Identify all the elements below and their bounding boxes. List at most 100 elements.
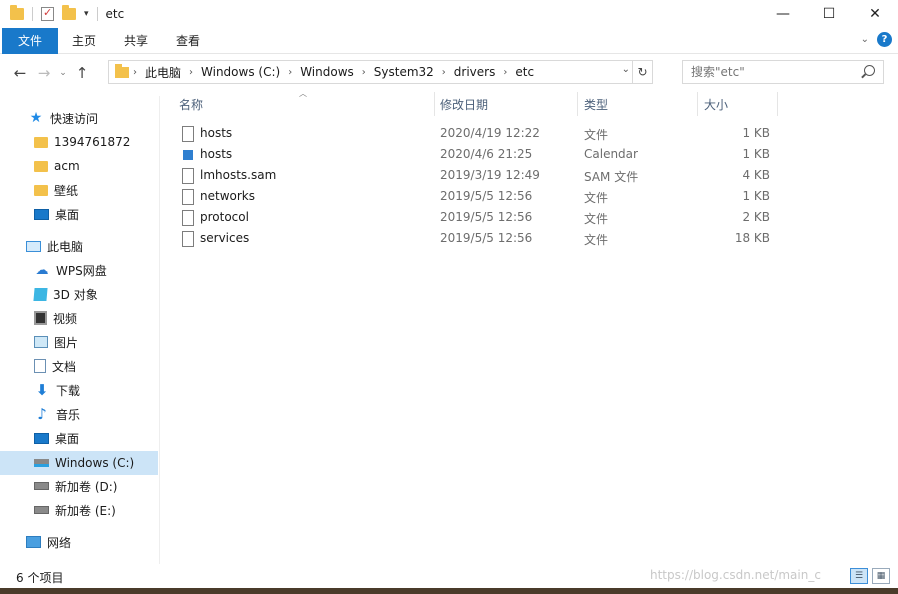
help-icon[interactable]: ? — [877, 32, 892, 47]
music-icon: ♪ — [37, 405, 47, 423]
sidebar-item-label: 1394761872 — [54, 135, 131, 149]
address-bar[interactable]: › 此电脑 › Windows (C:) › Windows › System3… — [108, 60, 653, 84]
column-divider[interactable] — [434, 92, 435, 116]
large-icons-view-icon[interactable]: ▦ — [872, 568, 890, 584]
file-size: 1 KB — [742, 189, 770, 203]
folder-icon[interactable] — [10, 5, 24, 20]
sidebar-item-quick-access[interactable]: ★ 快速访问 — [0, 106, 158, 130]
star-icon: ★ — [29, 110, 43, 126]
file-row[interactable]: services 2019/5/5 12:56 文件 18 KB — [170, 229, 790, 250]
drive-icon — [34, 482, 49, 490]
column-divider[interactable] — [777, 92, 778, 116]
recent-locations-icon[interactable]: ⌄ — [56, 68, 70, 78]
tab-view[interactable]: 查看 — [162, 28, 214, 54]
up-arrow-icon[interactable]: ↑ — [70, 64, 94, 82]
download-icon: ⬇ — [35, 381, 49, 399]
file-name: services — [200, 231, 250, 245]
sidebar-item-acm[interactable]: acm — [0, 154, 158, 178]
file-row[interactable]: networks 2019/5/5 12:56 文件 1 KB — [170, 187, 790, 208]
sidebar-item-wps-drive[interactable]: ☁ WPS网盘 — [0, 258, 158, 282]
sidebar-item-label: 新加卷 (E:) — [55, 503, 116, 518]
chevron-right-icon[interactable]: › — [438, 67, 450, 78]
file-row[interactable]: lmhosts.sam 2019/3/19 12:49 SAM 文件 4 KB — [170, 166, 790, 187]
close-button[interactable]: ✕ — [852, 0, 898, 28]
sidebar-item-label: 此电脑 — [47, 239, 84, 254]
sidebar-item-desktop[interactable]: 桌面 — [0, 426, 158, 450]
sidebar-item-videos[interactable]: 视频 — [0, 306, 158, 330]
file-row[interactable]: hosts 2020/4/19 12:22 文件 1 KB — [170, 124, 790, 145]
breadcrumb-drivers[interactable]: drivers — [450, 65, 500, 79]
sidebar-item-documents[interactable]: 文档 — [0, 354, 158, 378]
sidebar-item-network[interactable]: 网络 — [0, 530, 158, 554]
chevron-right-icon[interactable]: › — [185, 67, 197, 78]
search-box[interactable] — [682, 60, 884, 84]
sidebar-item-pictures[interactable]: 图片 — [0, 330, 158, 354]
breadcrumb-windows[interactable]: Windows — [296, 65, 358, 79]
tab-file[interactable]: 文件 — [2, 27, 59, 54]
column-divider[interactable] — [697, 92, 698, 116]
file-row[interactable]: protocol 2019/5/5 12:56 文件 2 KB — [170, 208, 790, 229]
file-size: 4 KB — [742, 168, 770, 182]
column-header-name[interactable]: 名称 — [179, 92, 434, 116]
sidebar-item-drive-c[interactable]: Windows (C:) — [0, 451, 158, 475]
sidebar-item-music[interactable]: ♪ 音乐 — [0, 402, 158, 426]
sidebar-item-downloads[interactable]: ⬇ 下载 — [0, 378, 158, 402]
breadcrumb-drive-c[interactable]: Windows (C:) — [197, 65, 284, 79]
forward-arrow-icon[interactable]: → — [32, 64, 56, 82]
sidebar-item-label: acm — [54, 159, 80, 173]
chevron-right-icon[interactable]: › — [358, 67, 370, 78]
sidebar-item-this-pc[interactable]: 此电脑 — [0, 234, 158, 258]
breadcrumb-etc[interactable]: etc — [511, 65, 538, 79]
properties-icon[interactable] — [41, 6, 54, 21]
file-name: protocol — [200, 210, 249, 224]
folder-icon — [115, 63, 129, 78]
breadcrumb-this-pc[interactable]: 此电脑 — [141, 64, 185, 81]
file-type: 文件 — [584, 233, 609, 247]
file-type: Calendar — [584, 147, 638, 161]
sidebar-item-folder-1394761872[interactable]: 1394761872 — [0, 130, 158, 154]
expand-ribbon-icon[interactable]: ⌄ — [861, 34, 869, 45]
sidebar-item-label: 网络 — [47, 535, 72, 550]
file-date: 2019/3/19 12:49 — [440, 168, 540, 182]
new-folder-icon[interactable] — [62, 5, 76, 20]
breadcrumb-system32[interactable]: System32 — [370, 65, 438, 79]
file-date: 2019/5/5 12:56 — [440, 231, 533, 245]
file-icon — [182, 168, 194, 184]
chevron-right-icon[interactable]: › — [284, 67, 296, 78]
chevron-right-icon[interactable]: › — [499, 67, 511, 78]
sidebar-item-wallpaper[interactable]: 壁纸 — [0, 178, 158, 202]
drive-c-icon — [34, 459, 49, 467]
minimize-button[interactable]: — — [760, 0, 806, 28]
address-dropdown-icon[interactable]: ⌄ — [622, 64, 630, 75]
customize-dropdown-icon[interactable]: ▾ — [84, 9, 89, 19]
column-header-date[interactable]: 修改日期 — [440, 92, 575, 116]
details-view-icon[interactable]: ☰ — [850, 568, 868, 584]
sidebar-item-label: 文档 — [52, 359, 77, 374]
search-icon[interactable] — [864, 65, 875, 76]
file-icon — [182, 126, 194, 142]
sidebar-item-drive-e[interactable]: 新加卷 (E:) — [0, 498, 158, 522]
file-type: 文件 — [584, 191, 609, 205]
sidebar-item-label: 新加卷 (D:) — [55, 479, 118, 494]
folder-icon — [34, 184, 48, 196]
maximize-button[interactable]: ☐ — [806, 0, 852, 28]
file-type: 文件 — [584, 128, 609, 142]
tab-share[interactable]: 共享 — [110, 28, 162, 54]
sidebar-item-desktop-quick[interactable]: 桌面 — [0, 202, 158, 226]
sidebar-item-drive-d[interactable]: 新加卷 (D:) — [0, 474, 158, 498]
column-divider[interactable] — [577, 92, 578, 116]
file-size: 1 KB — [742, 126, 770, 140]
column-header-size[interactable]: 大小 — [704, 92, 776, 116]
calendar-file-icon — [183, 150, 193, 160]
tab-home[interactable]: 主页 — [58, 28, 110, 54]
sidebar-item-3d-objects[interactable]: 3D 对象 — [0, 282, 158, 306]
refresh-icon[interactable]: ↻ — [632, 61, 652, 83]
file-type: SAM 文件 — [584, 170, 639, 184]
window-controls: — ☐ ✕ — [760, 0, 898, 28]
search-input[interactable] — [691, 65, 861, 79]
chevron-right-icon[interactable]: › — [129, 67, 141, 78]
file-row[interactable]: hosts 2020/4/6 21:25 Calendar 1 KB — [170, 145, 790, 166]
column-header-type[interactable]: 类型 — [584, 92, 694, 116]
back-arrow-icon[interactable]: ← — [8, 64, 32, 82]
drive-icon — [34, 506, 49, 514]
